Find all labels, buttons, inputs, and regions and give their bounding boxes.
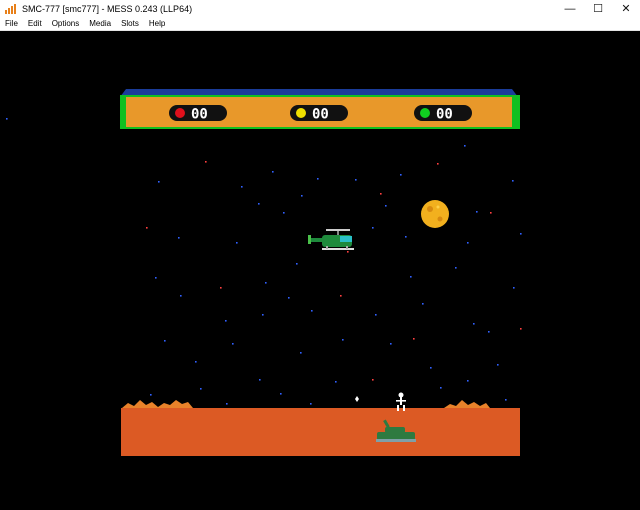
star xyxy=(513,287,515,289)
score-red-value: 00 xyxy=(191,107,208,123)
star xyxy=(280,393,282,395)
star xyxy=(467,242,469,244)
star xyxy=(311,310,313,312)
star xyxy=(488,331,490,333)
star xyxy=(283,212,285,214)
star xyxy=(226,403,228,405)
score-yellow: 00 xyxy=(290,105,348,123)
star xyxy=(413,338,415,340)
ground xyxy=(121,400,520,456)
star xyxy=(342,339,344,341)
star xyxy=(296,263,298,265)
menu-edit[interactable]: Edit xyxy=(23,18,47,30)
star xyxy=(178,237,180,239)
emulator-screen[interactable]: 00 00 00 xyxy=(0,31,640,510)
star xyxy=(464,145,466,147)
star xyxy=(225,320,227,322)
star xyxy=(340,295,342,297)
star xyxy=(288,297,290,299)
star xyxy=(300,352,302,354)
star xyxy=(355,179,357,181)
menu-slots[interactable]: Slots xyxy=(116,18,144,30)
star xyxy=(405,236,407,238)
star xyxy=(180,295,182,297)
game-canvas: 00 00 00 xyxy=(6,89,522,456)
star xyxy=(520,328,522,330)
menu-options[interactable]: Options xyxy=(47,18,85,30)
star xyxy=(164,340,166,342)
star xyxy=(158,181,160,183)
star xyxy=(490,212,492,214)
star xyxy=(236,242,238,244)
flames-right xyxy=(444,400,490,408)
star xyxy=(232,343,234,345)
star xyxy=(473,323,475,325)
starfield xyxy=(6,118,522,405)
star xyxy=(505,399,507,401)
score-hud: 00 00 00 xyxy=(120,89,520,129)
diamond-sparkle xyxy=(355,396,359,402)
maximize-button[interactable]: ☐ xyxy=(584,0,612,18)
menu-file[interactable]: File xyxy=(0,18,23,30)
star xyxy=(265,282,267,284)
star xyxy=(497,364,499,366)
star xyxy=(422,303,424,305)
star xyxy=(372,227,374,229)
star xyxy=(241,186,243,188)
star xyxy=(372,379,374,381)
star xyxy=(195,361,197,363)
mame-icon xyxy=(4,2,18,16)
star xyxy=(467,380,469,382)
helicopter xyxy=(308,229,354,250)
star xyxy=(430,367,432,369)
menu-bar: File Edit Options Media Slots Help xyxy=(0,18,640,31)
star xyxy=(520,233,522,235)
yellow-indicator xyxy=(296,108,306,118)
star xyxy=(155,277,157,279)
star xyxy=(455,267,457,269)
star xyxy=(262,314,264,316)
score-green: 00 xyxy=(414,105,472,123)
star xyxy=(335,381,337,383)
score-green-value: 00 xyxy=(436,107,453,123)
minimize-button[interactable]: — xyxy=(556,0,584,18)
star xyxy=(6,118,8,120)
star xyxy=(272,171,274,173)
window-controls: — ☐ ✕ xyxy=(556,0,640,18)
flames-left xyxy=(122,400,193,408)
star xyxy=(258,203,260,205)
star xyxy=(512,180,514,182)
star xyxy=(375,314,377,316)
title-bar: SMC-777 [smc777] - MESS 0.243 (LLP64) — … xyxy=(0,0,640,18)
red-indicator xyxy=(175,108,185,118)
star xyxy=(317,178,319,180)
star xyxy=(200,388,202,390)
moon xyxy=(421,200,449,228)
score-yellow-value: 00 xyxy=(312,107,329,123)
star xyxy=(146,227,148,229)
menu-media[interactable]: Media xyxy=(84,18,116,30)
star xyxy=(385,205,387,207)
star xyxy=(440,387,442,389)
star xyxy=(301,195,303,197)
star xyxy=(220,287,222,289)
star xyxy=(437,163,439,165)
score-red: 00 xyxy=(169,105,227,123)
star xyxy=(390,343,392,345)
star xyxy=(347,251,349,253)
star xyxy=(410,276,412,278)
green-indicator xyxy=(420,108,430,118)
star xyxy=(310,403,312,405)
star xyxy=(400,174,402,176)
star xyxy=(380,193,382,195)
menu-help[interactable]: Help xyxy=(144,18,170,30)
star xyxy=(476,211,478,213)
window-title: SMC-777 [smc777] - MESS 0.243 (LLP64) xyxy=(22,4,193,14)
star xyxy=(150,394,152,396)
close-button[interactable]: ✕ xyxy=(612,0,640,18)
star xyxy=(259,379,261,381)
star xyxy=(205,161,207,163)
